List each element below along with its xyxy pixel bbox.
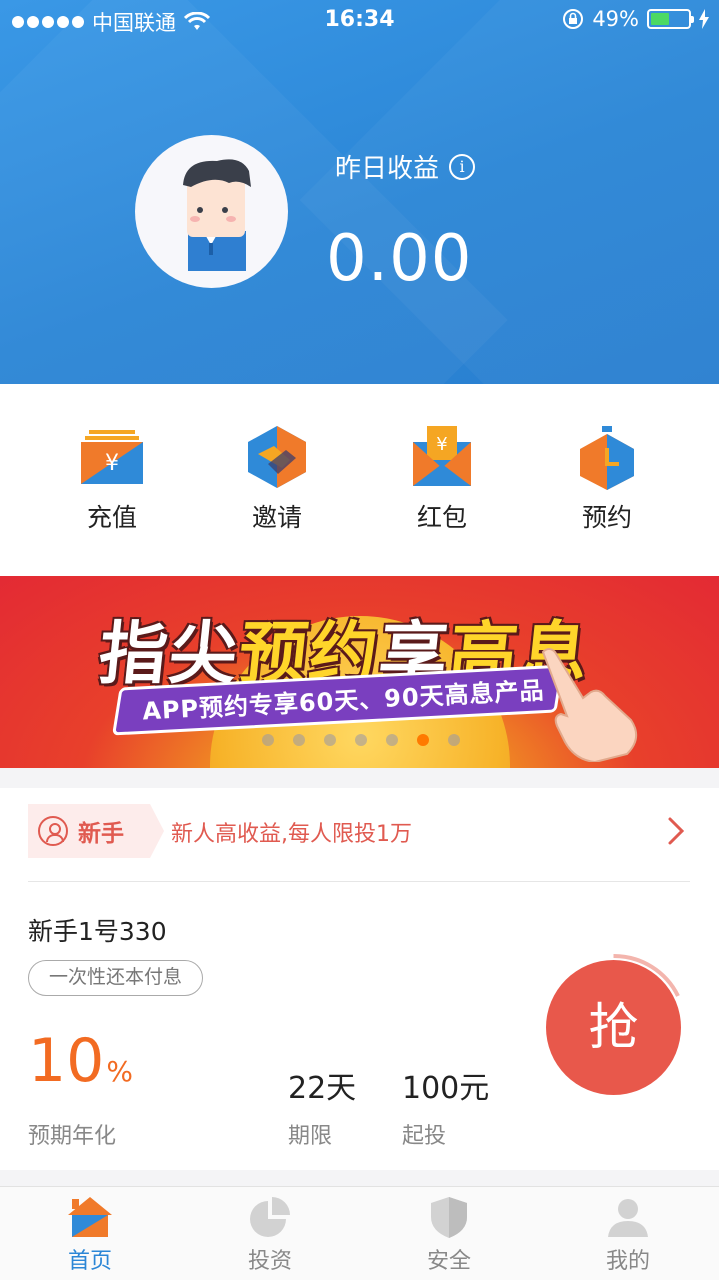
newbie-tag: 新手 xyxy=(28,804,164,858)
tab-label: 首页 xyxy=(67,1249,112,1274)
tab-invest[interactable]: 投资 xyxy=(210,1195,330,1275)
handshake-icon xyxy=(248,426,306,488)
grab-buy-button[interactable]: 抢 xyxy=(546,960,681,1095)
banner-dot[interactable] xyxy=(386,734,398,746)
status-bar: 中国联通 16:34 49% xyxy=(0,0,719,40)
newbie-tag-text: 新手 xyxy=(78,821,124,847)
recharge-icon: ¥ xyxy=(81,430,143,484)
quick-action-recharge[interactable]: ¥ 充值 xyxy=(52,424,172,534)
product-name: 新手1号330 xyxy=(28,917,167,946)
min-investment-label: 起投 xyxy=(402,1124,447,1149)
account-header: 中国联通 16:34 49% 昨日收益 i 0.00 xyxy=(0,0,719,384)
banner-dot-active[interactable] xyxy=(417,734,429,746)
product-card[interactable]: 新手 新人高收益,每人限投1万 新手1号330 一次性还本付息 10% 预期年化… xyxy=(0,788,719,1170)
home-icon xyxy=(68,1197,112,1237)
tab-mine[interactable]: 我的 xyxy=(568,1195,688,1275)
shield-icon xyxy=(431,1197,467,1238)
banner-pagination xyxy=(262,734,460,746)
min-investment-value: 100元 xyxy=(402,1071,490,1106)
tab-label: 安全 xyxy=(426,1249,471,1274)
banner-dot[interactable] xyxy=(293,734,305,746)
avatar-illustration xyxy=(183,159,251,271)
user-avatar[interactable] xyxy=(135,135,288,288)
banner-dot[interactable] xyxy=(355,734,367,746)
newbie-promo-row[interactable]: 新手 新人高收益,每人限投1万 xyxy=(28,804,690,858)
quick-action-label: 充值 xyxy=(86,503,137,532)
info-icon[interactable]: i xyxy=(449,153,476,180)
yesterday-earnings-value: 0.00 xyxy=(326,222,473,296)
divider xyxy=(28,881,690,882)
battery-icon xyxy=(647,9,694,29)
rate-label: 预期年化 xyxy=(28,1124,117,1149)
user-circle-icon xyxy=(38,816,68,846)
tab-label: 投资 xyxy=(247,1249,292,1274)
rotation-lock-icon xyxy=(563,9,584,29)
quick-actions: ¥ 充值 邀请 ¥ 红包 预约 xyxy=(0,384,719,576)
tab-security[interactable]: 安全 xyxy=(389,1195,509,1275)
stopwatch-icon xyxy=(580,426,634,490)
earnings-label-text: 昨日收益 xyxy=(335,154,440,184)
yesterday-earnings-label: 昨日收益 i xyxy=(335,148,476,185)
banner-dot[interactable] xyxy=(324,734,336,746)
repayment-type-badge: 一次性还本付息 xyxy=(28,960,204,996)
tab-home[interactable]: 首页 xyxy=(30,1195,150,1275)
term-label: 期限 xyxy=(288,1124,333,1149)
quick-action-label: 预约 xyxy=(581,503,632,532)
pointing-hand-icon xyxy=(541,648,638,762)
banner-dot[interactable] xyxy=(262,734,274,746)
svg-text:¥: ¥ xyxy=(105,451,119,476)
user-icon xyxy=(608,1199,648,1237)
banner-dot[interactable] xyxy=(448,734,460,746)
bottom-tab-bar: 首页 投资 安全 我的 xyxy=(0,1186,719,1280)
tab-label: 我的 xyxy=(605,1249,650,1274)
quick-action-label: 邀请 xyxy=(251,503,302,532)
chevron-right-icon[interactable] xyxy=(660,816,690,846)
rate-value: 10 xyxy=(28,1026,105,1096)
quick-action-reserve[interactable]: 预约 xyxy=(547,424,667,534)
battery-percent: 49% xyxy=(592,7,639,31)
newbie-promo-text: 新人高收益,每人限投1万 xyxy=(171,822,412,847)
rate-unit: % xyxy=(106,1055,133,1088)
red-envelope-icon: ¥ xyxy=(413,426,471,486)
charging-icon xyxy=(699,9,709,29)
quick-action-label: 红包 xyxy=(416,503,467,532)
quick-action-invite[interactable]: 邀请 xyxy=(217,424,337,534)
quick-action-red-envelope[interactable]: ¥ 红包 xyxy=(382,424,502,534)
pie-chart-icon xyxy=(250,1197,290,1237)
term-value: 22天 xyxy=(288,1071,357,1106)
expected-annual-rate: 10% xyxy=(28,1026,133,1096)
svg-text:¥: ¥ xyxy=(436,434,447,455)
